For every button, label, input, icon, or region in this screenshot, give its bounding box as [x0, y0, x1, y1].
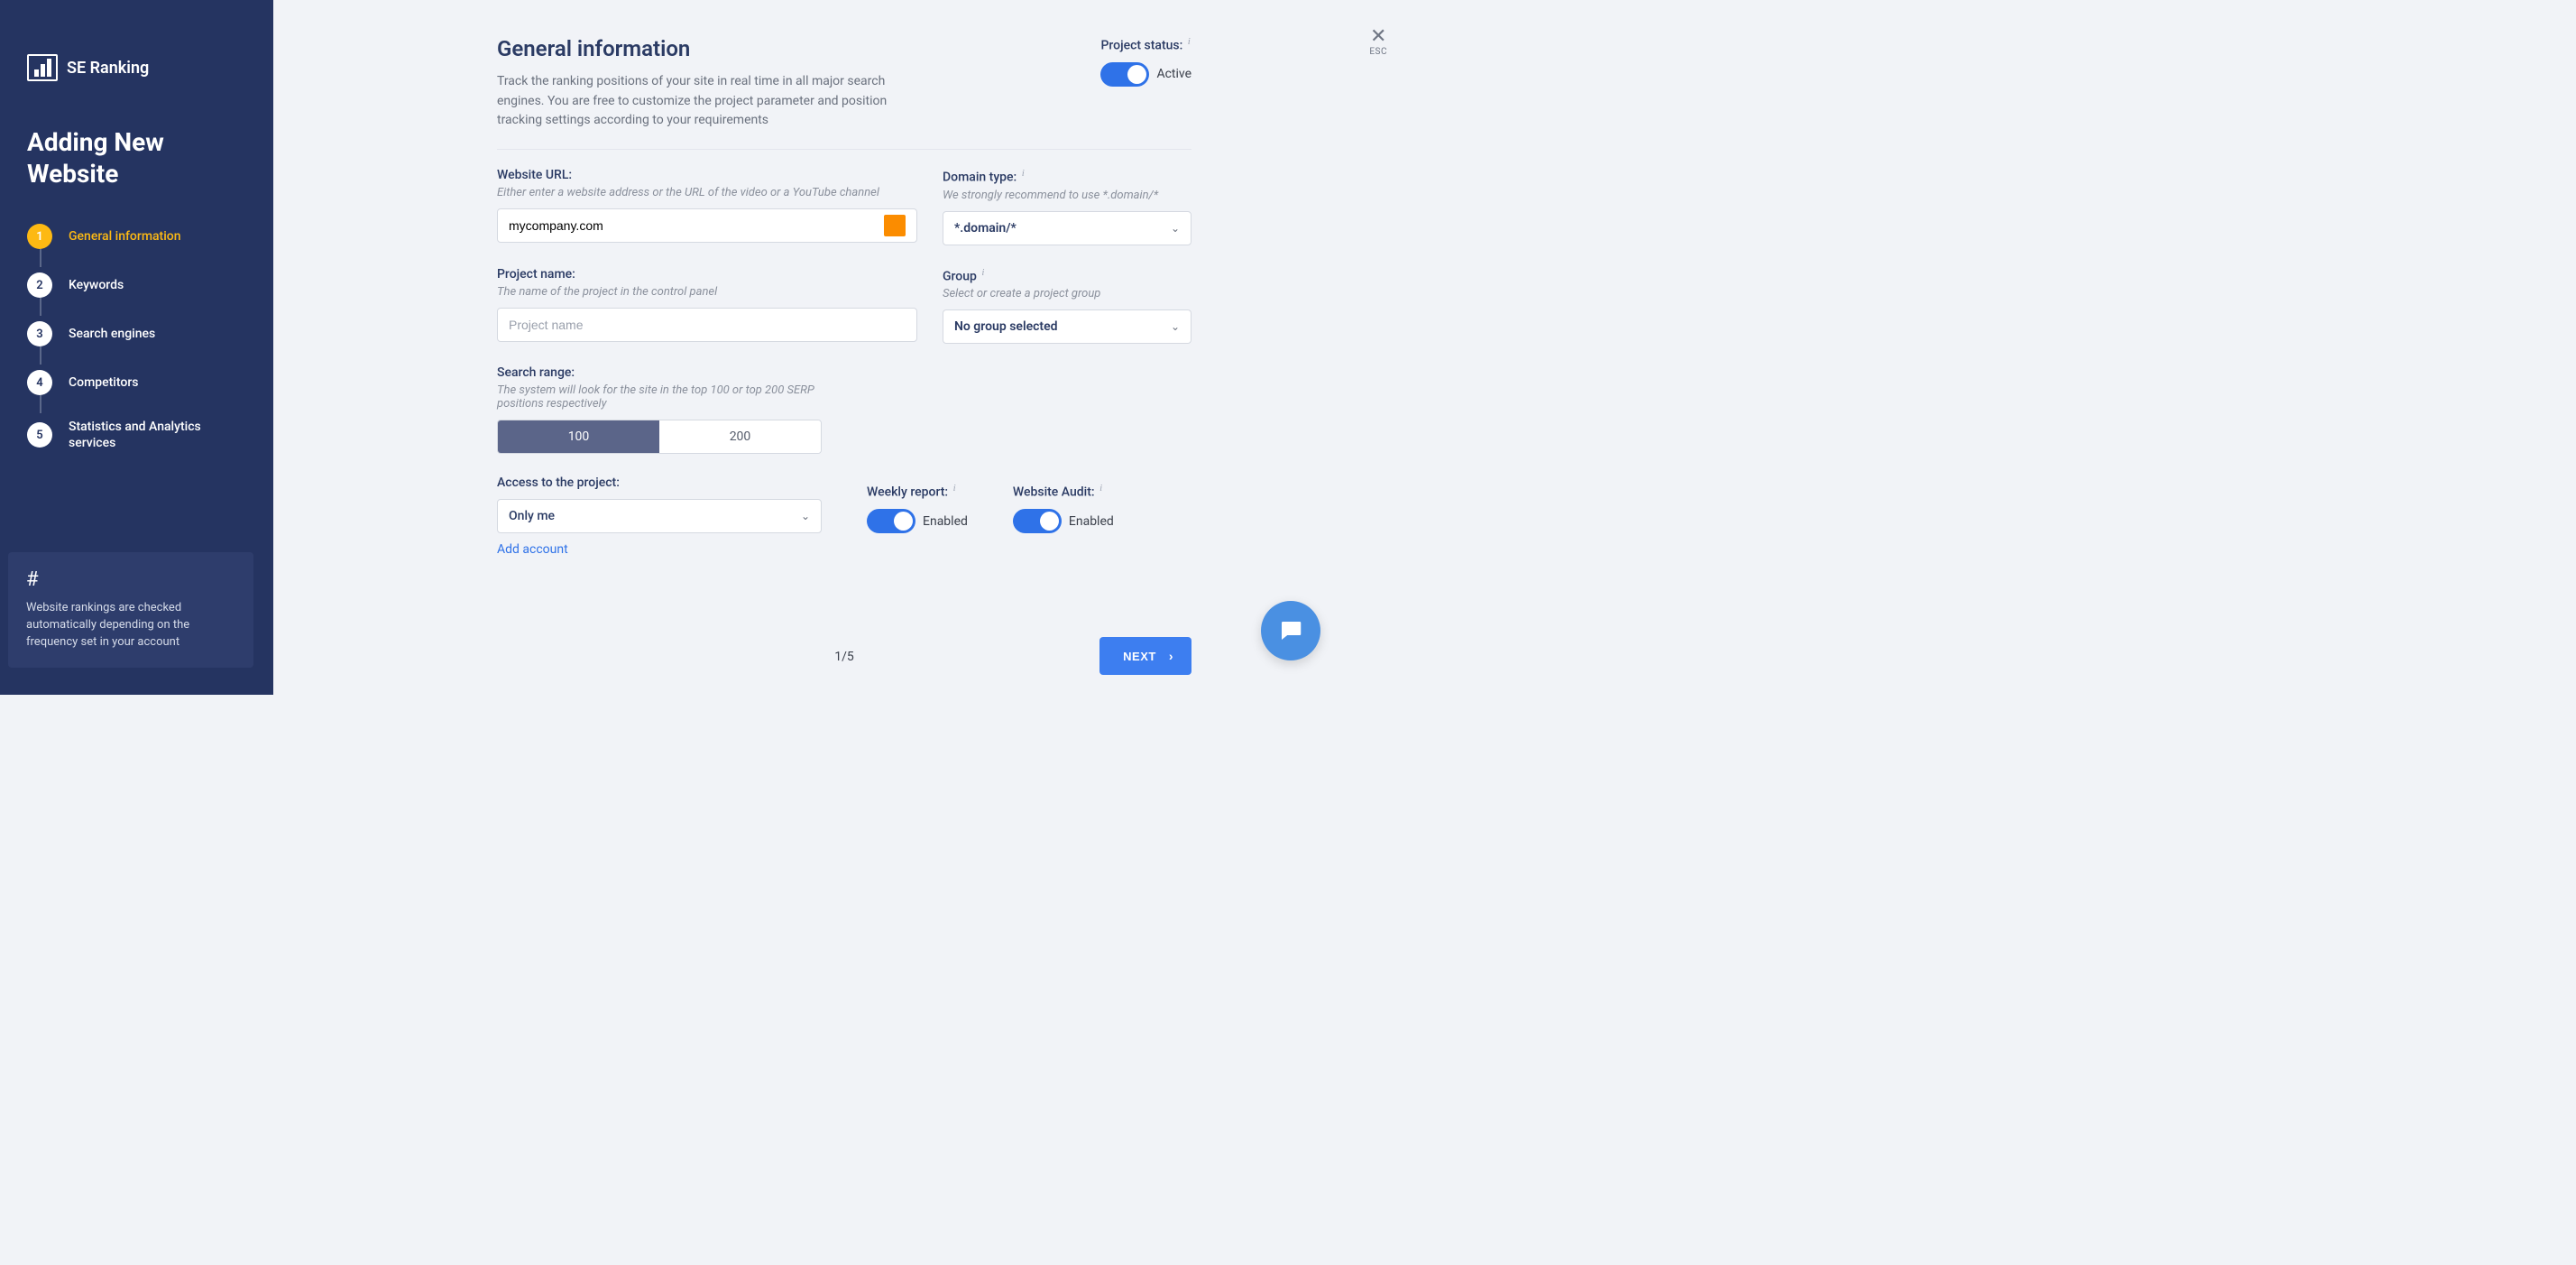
step-general-information[interactable]: 1 General information: [27, 224, 246, 272]
group-select[interactable]: No group selected ⌄: [943, 309, 1191, 344]
info-icon[interactable]: i: [1099, 483, 1102, 494]
domain-type-label: Domain type:: [943, 171, 1017, 185]
search-range-200[interactable]: 200: [659, 420, 821, 453]
project-status-toggle[interactable]: [1100, 62, 1149, 87]
chevron-down-icon: ⌄: [801, 510, 810, 522]
step-competitors[interactable]: 4 Competitors: [27, 370, 246, 419]
step-number: 3: [27, 321, 52, 346]
step-number: 2: [27, 272, 52, 298]
logo-bars-icon: [27, 54, 58, 81]
search-range-label: Search range:: [497, 365, 1191, 380]
website-url-input[interactable]: [509, 218, 877, 233]
project-name-label: Project name:: [497, 267, 917, 282]
footer: 1/5 NEXT ›: [497, 637, 1191, 677]
close-label: ESC: [1369, 47, 1387, 57]
chevron-right-icon: ›: [1169, 649, 1173, 663]
website-url-label: Website URL:: [497, 168, 917, 182]
step-label: Statistics and Analytics services: [69, 419, 246, 451]
domain-type-hint: We strongly recommend to use *.domain/*: [943, 189, 1191, 202]
tip-text: Website rankings are checked automatical…: [26, 600, 235, 651]
step-number: 4: [27, 370, 52, 395]
domain-type-value: *.domain/*: [954, 221, 1017, 235]
info-icon[interactable]: i: [981, 267, 984, 278]
access-label: Access to the project:: [497, 476, 822, 490]
chevron-down-icon: ⌄: [1171, 320, 1180, 333]
sidebar-title: Adding New Website: [27, 126, 246, 189]
step-label: Keywords: [69, 277, 124, 293]
website-audit-value: Enabled: [1069, 514, 1114, 529]
access-value: Only me: [509, 509, 555, 523]
step-number: 1: [27, 224, 52, 249]
step-keywords[interactable]: 2 Keywords: [27, 272, 246, 321]
group-value: No group selected: [954, 319, 1058, 334]
info-icon[interactable]: i: [1188, 36, 1191, 47]
page-title: General information: [497, 36, 930, 61]
step-label: Search engines: [69, 326, 155, 342]
page-indicator: 1/5: [834, 650, 854, 664]
hash-icon: #: [26, 568, 235, 591]
search-range-segment: 100 200: [497, 420, 822, 454]
project-name-input[interactable]: [509, 318, 906, 332]
add-account-link[interactable]: Add account: [497, 542, 568, 557]
website-url-hint: Either enter a website address or the UR…: [497, 186, 917, 199]
next-button[interactable]: NEXT ›: [1099, 637, 1191, 675]
chat-icon: [1277, 617, 1304, 644]
website-audit-label: Website Audit:: [1013, 485, 1095, 500]
search-range-hint: The system will look for the site in the…: [497, 383, 822, 411]
search-range-100[interactable]: 100: [498, 420, 659, 453]
weekly-report-value: Enabled: [923, 514, 968, 529]
step-number: 5: [27, 422, 52, 448]
project-status-label: Project status:: [1100, 39, 1182, 53]
project-status-value: Active: [1156, 67, 1191, 81]
step-label: Competitors: [69, 374, 138, 391]
step-statistics-analytics[interactable]: 5 Statistics and Analytics services: [27, 419, 246, 451]
info-icon[interactable]: i: [953, 483, 956, 494]
sidebar: SE Ranking Adding New Website 1 General …: [0, 0, 273, 695]
brand-name: SE Ranking: [67, 59, 149, 78]
domain-type-select[interactable]: *.domain/* ⌄: [943, 211, 1191, 245]
website-url-input-wrap: [497, 208, 917, 243]
next-button-label: NEXT: [1123, 650, 1156, 663]
info-icon[interactable]: i: [1022, 168, 1025, 179]
project-name-hint: The name of the project in the control p…: [497, 285, 917, 299]
website-audit-toggle[interactable]: [1013, 509, 1062, 533]
close-icon: ✕: [1369, 27, 1387, 47]
brand-logo: SE Ranking: [27, 54, 246, 81]
weekly-report-toggle[interactable]: [867, 509, 915, 533]
tip-box: # Website rankings are checked automatic…: [8, 552, 253, 668]
page-description: Track the ranking positions of your site…: [497, 72, 930, 131]
group-hint: Select or create a project group: [943, 287, 1191, 300]
step-search-engines[interactable]: 3 Search engines: [27, 321, 246, 370]
step-label: General information: [69, 228, 181, 245]
group-label: Group: [943, 269, 977, 283]
project-status-block: Project status: i Active: [1100, 36, 1191, 87]
step-list: 1 General information 2 Keywords 3 Searc…: [27, 224, 246, 451]
access-select[interactable]: Only me ⌄: [497, 499, 822, 533]
chevron-down-icon: ⌄: [1171, 222, 1180, 235]
close-control[interactable]: ✕ ESC: [1369, 27, 1387, 57]
chat-fab[interactable]: [1261, 601, 1320, 660]
favicon-icon: [884, 215, 906, 236]
weekly-report-label: Weekly report:: [867, 485, 948, 500]
main-panel: ✕ ESC General information Track the rank…: [273, 0, 1403, 695]
